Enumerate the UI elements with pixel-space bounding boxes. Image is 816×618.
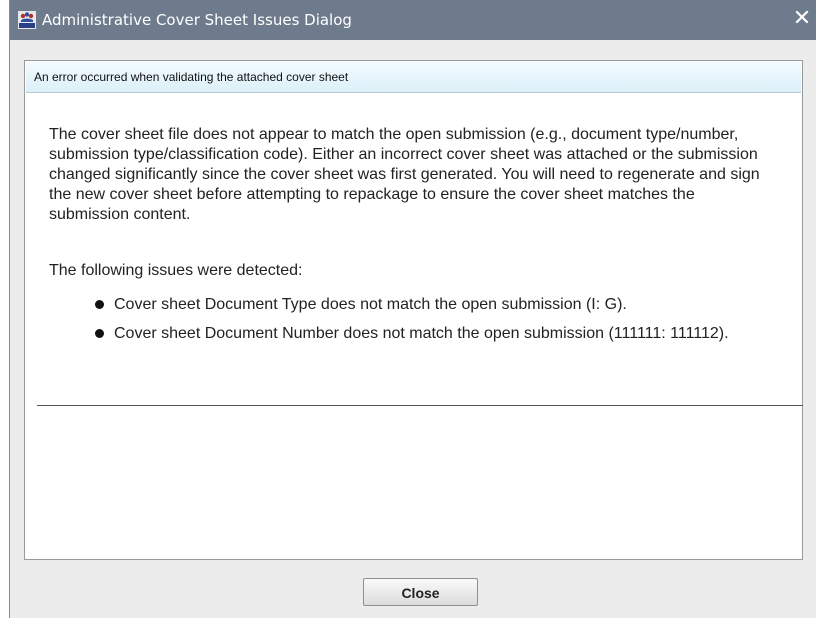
dialog-window: Administrative Cover Sheet Issues Dialog… bbox=[9, 0, 816, 618]
title-bar[interactable]: Administrative Cover Sheet Issues Dialog… bbox=[10, 0, 816, 40]
divider bbox=[37, 405, 803, 406]
content-panel: An error occurred when validating the at… bbox=[24, 60, 803, 560]
window-title: Administrative Cover Sheet Issues Dialog bbox=[42, 11, 352, 29]
list-item: Cover sheet Document Type does not match… bbox=[95, 295, 775, 315]
error-banner-text: An error occurred when validating the at… bbox=[34, 70, 349, 84]
bullet-icon bbox=[95, 300, 104, 309]
cvm-app-icon bbox=[18, 11, 36, 29]
list-item: Cover sheet Document Number does not mat… bbox=[95, 324, 775, 344]
issues-list: Cover sheet Document Type does not match… bbox=[95, 295, 775, 353]
issue-text: Cover sheet Document Number does not mat… bbox=[114, 325, 729, 342]
close-icon[interactable]: ✕ bbox=[792, 8, 812, 30]
error-banner: An error occurred when validating the at… bbox=[26, 62, 801, 93]
close-button[interactable]: Close bbox=[363, 578, 478, 606]
issue-text: Cover sheet Document Type does not match… bbox=[114, 296, 627, 313]
bullet-icon bbox=[95, 329, 104, 338]
error-message-body: The cover sheet file does not appear to … bbox=[49, 126, 760, 223]
issues-title: The following issues were detected: bbox=[49, 262, 303, 279]
